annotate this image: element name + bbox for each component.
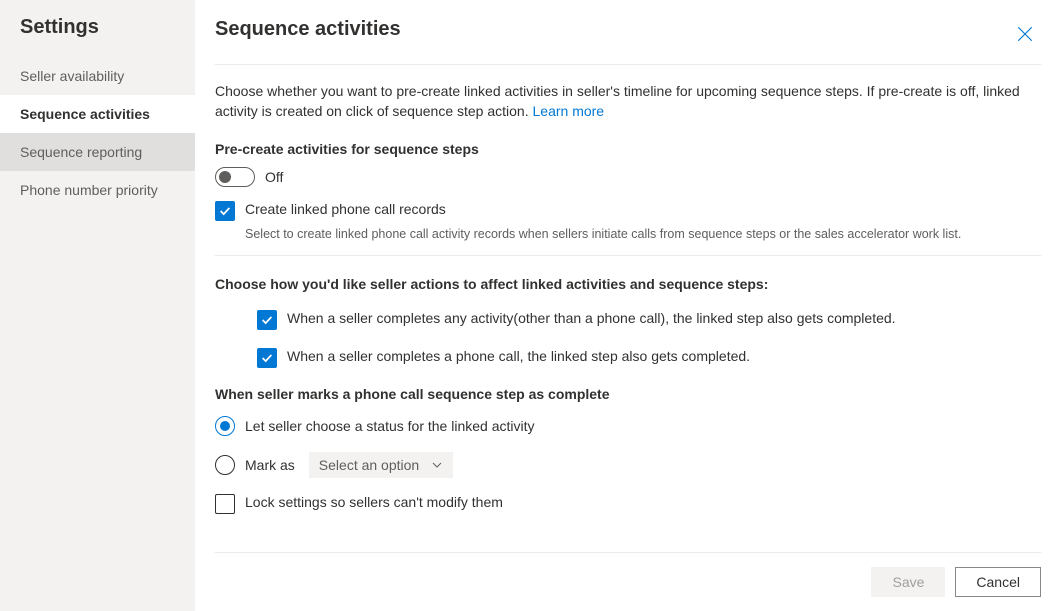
phonecomplete-heading: When seller marks a phone call sequence … [215, 386, 1041, 402]
sidebar-item-seller-availability[interactable]: Seller availability [0, 57, 195, 95]
affect-heading: Choose how you'd like seller actions to … [215, 276, 1041, 292]
create-linked-desc: Select to create linked phone call activ… [245, 227, 1041, 241]
sidebar-item-sequence-activities[interactable]: Sequence activities [0, 95, 195, 133]
footer: Save Cancel [215, 552, 1041, 611]
sidebar-item-phone-number-priority[interactable]: Phone number priority [0, 171, 195, 209]
save-button[interactable]: Save [871, 567, 945, 597]
lock-settings-checkbox[interactable] [215, 494, 235, 514]
affect-opt2-checkbox[interactable] [257, 348, 277, 368]
close-icon [1016, 25, 1034, 43]
chevron-down-icon [431, 459, 443, 471]
main-panel: Sequence activities Choose whether you w… [195, 0, 1061, 611]
mark-as-select[interactable]: Select an option [309, 452, 453, 478]
precreate-toggle-state: Off [265, 169, 283, 185]
divider [215, 64, 1041, 65]
radio-let-seller-choose-label: Let seller choose a status for the linke… [245, 418, 534, 434]
affect-opt2-label: When a seller completes a phone call, th… [287, 348, 750, 364]
cancel-button[interactable]: Cancel [955, 567, 1041, 597]
lock-settings-label: Lock settings so sellers can't modify th… [245, 494, 503, 510]
check-icon [260, 313, 274, 327]
sidebar-title: Settings [0, 16, 195, 57]
create-linked-checkbox[interactable] [215, 201, 235, 221]
radio-mark-as[interactable] [215, 455, 235, 475]
divider [215, 255, 1041, 256]
precreate-toggle[interactable] [215, 167, 255, 187]
settings-sidebar: Settings Seller availability Sequence ac… [0, 0, 195, 611]
check-icon [218, 204, 232, 218]
affect-opt1-checkbox[interactable] [257, 310, 277, 330]
precreate-heading: Pre-create activities for sequence steps [215, 141, 1041, 157]
affect-opt1-label: When a seller completes any activity(oth… [287, 310, 896, 326]
close-button[interactable] [1009, 18, 1041, 50]
intro-text: Choose whether you want to pre-create li… [215, 81, 1041, 121]
sidebar-item-sequence-reporting[interactable]: Sequence reporting [0, 133, 195, 171]
learn-more-link[interactable]: Learn more [533, 103, 605, 119]
radio-let-seller-choose[interactable] [215, 416, 235, 436]
intro-body: Choose whether you want to pre-create li… [215, 83, 1020, 119]
check-icon [260, 351, 274, 365]
mark-as-select-placeholder: Select an option [319, 457, 419, 473]
radio-mark-as-label: Mark as [245, 457, 295, 473]
page-title: Sequence activities [215, 18, 401, 41]
create-linked-label: Create linked phone call records [245, 201, 446, 217]
